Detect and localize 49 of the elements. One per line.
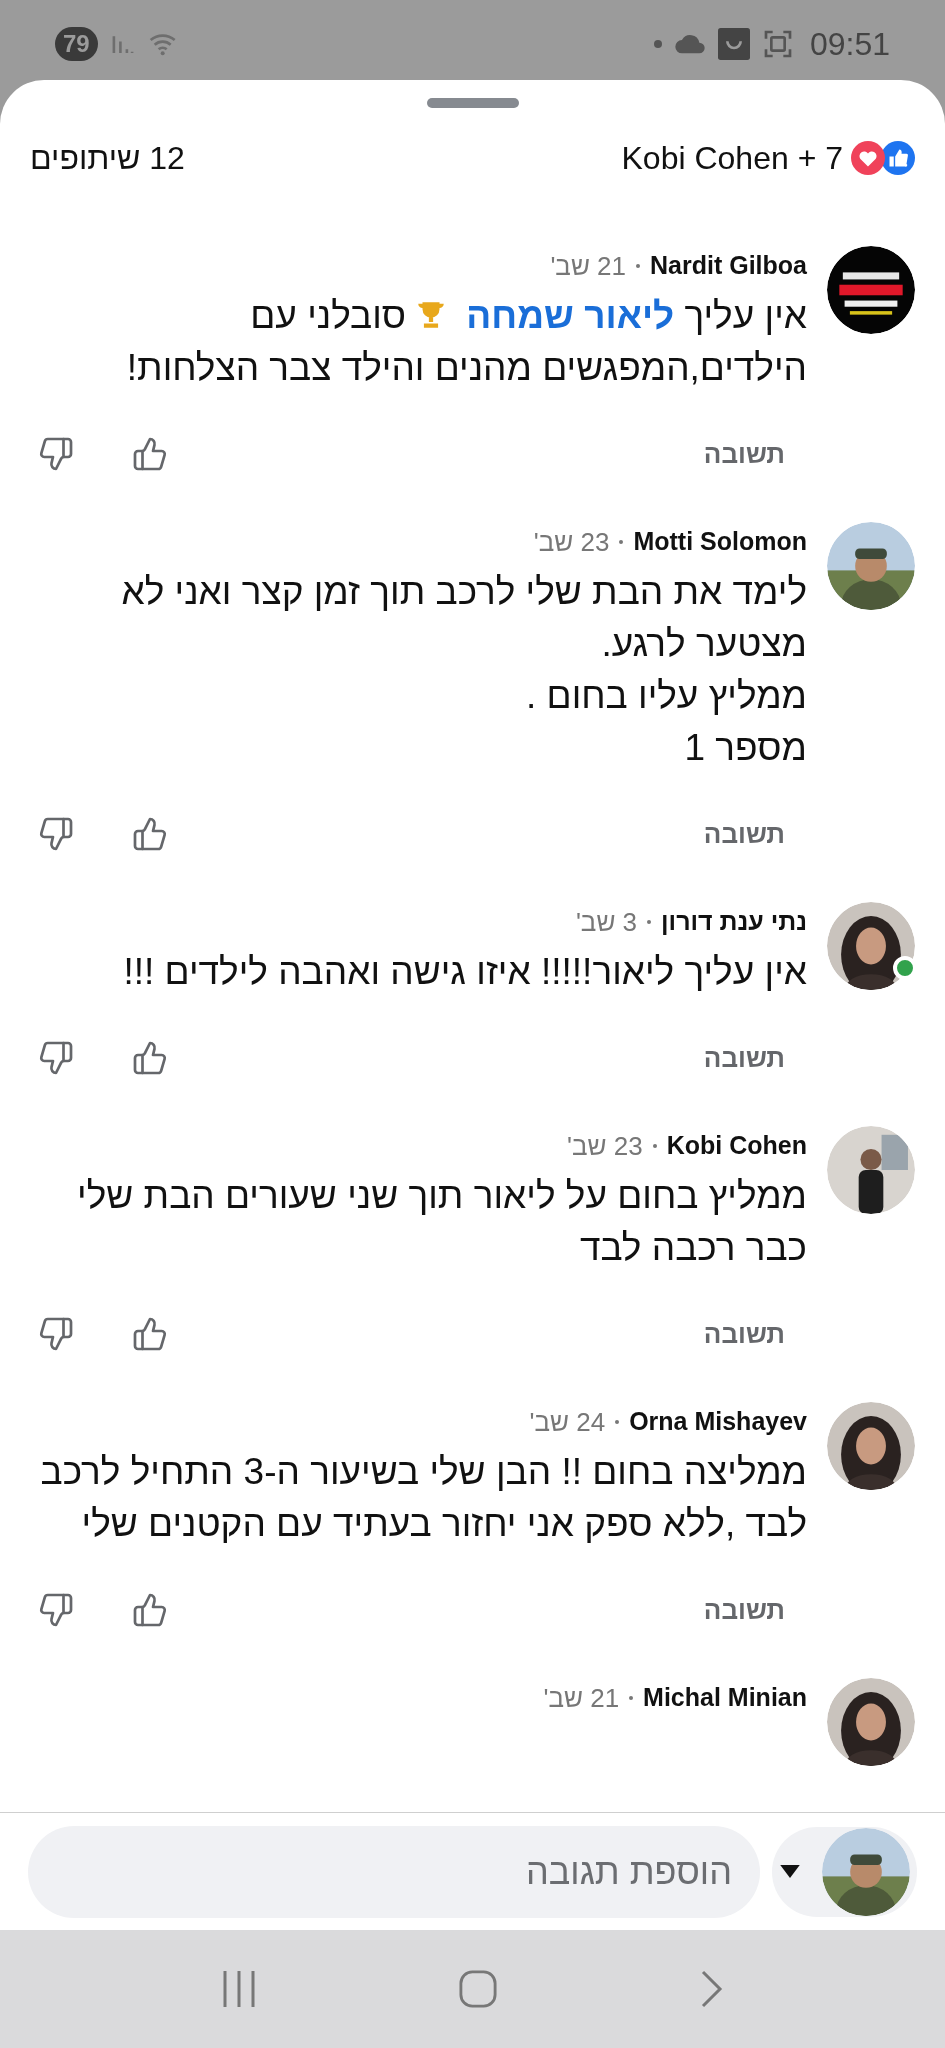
- comment-date: 24 שב': [529, 1405, 606, 1439]
- like-icon[interactable]: [132, 1040, 168, 1076]
- back-icon[interactable]: [699, 1969, 724, 2009]
- reply-button[interactable]: תשובה: [703, 434, 785, 474]
- clock: 09:51: [809, 25, 890, 64]
- comment-text: ממליץ בחום על ליאור תוך שני שעורים הבת שלי כבר רכבה לבד: [76, 1174, 807, 1270]
- comment-text: מספר 1: [683, 726, 807, 770]
- comment-text: לימד את הבת שלי לרכב תוך זמן קצר ואני לא מצטער לרגע.: [120, 570, 807, 666]
- reply-button[interactable]: תשובה: [703, 1314, 785, 1354]
- comment-text: ממליצה בחום !! הבן שלי בשיעור ה-3 התחיל לרכב לבד ,ללא ספק אני יחזור בעתיד עם הקטנים שלי: [40, 1450, 807, 1546]
- comment-input[interactable]: הוספת תגובה: [28, 1825, 760, 1918]
- author-name[interactable]: Motti Solomon: [633, 523, 807, 561]
- home-icon[interactable]: [459, 1970, 498, 2008]
- author-name[interactable]: נתי ענת דורון: [661, 903, 807, 941]
- comment-date: 3 שב': [575, 905, 638, 939]
- like-reaction-icon: [881, 141, 915, 175]
- shares-count[interactable]: 12 שיתופים: [30, 134, 185, 182]
- comment-text: ממליץ עליו בחום .: [525, 674, 807, 718]
- author-name[interactable]: Nardit Gilboa: [650, 247, 807, 285]
- reply-button[interactable]: תשובה: [703, 1038, 785, 1078]
- dislike-icon[interactable]: [38, 1316, 74, 1352]
- caret-icon: [779, 1865, 800, 1878]
- author-name[interactable]: Orna Mishayev: [629, 1403, 807, 1441]
- mention-link[interactable]: ליאור שמחה: [456, 295, 675, 336]
- comment-date: 21 שב': [543, 1681, 620, 1715]
- comment-text: אין עליך ליאור!!!!! איזו גישה ואהבה לילדים !!!: [122, 950, 807, 994]
- app-icon: [717, 28, 750, 60]
- like-icon[interactable]: [132, 1592, 168, 1628]
- comment-date: 21 שב': [550, 249, 627, 283]
- heart-reaction-icon: [851, 141, 885, 175]
- reply-button[interactable]: תשובה: [703, 1590, 785, 1630]
- comment-text: אין עליך ליאור שמחה סובלני עם הילדים,המפגשים מהנים והילד צבר הצלחות!: [125, 294, 807, 390]
- comment-date: 23 שב': [567, 1129, 643, 1163]
- reply-button[interactable]: תשובה: [703, 814, 785, 854]
- dislike-icon[interactable]: [38, 816, 74, 852]
- dislike-icon[interactable]: [38, 436, 74, 472]
- drag-handle[interactable]: [426, 98, 519, 108]
- author-name[interactable]: Michal Minian: [643, 1679, 807, 1717]
- like-icon[interactable]: [132, 816, 168, 852]
- like-icon[interactable]: [132, 1316, 168, 1352]
- like-icon[interactable]: [132, 436, 168, 472]
- cloud-icon: [673, 33, 706, 55]
- reactions-summary[interactable]: Kobi Cohen + 7: [621, 134, 843, 182]
- dislike-icon[interactable]: [38, 1040, 74, 1076]
- recents-icon[interactable]: [221, 1969, 258, 2009]
- comment-date: 23 שב': [533, 525, 610, 559]
- dislike-icon[interactable]: [38, 1592, 74, 1628]
- battery-level: 79: [55, 27, 98, 61]
- author-name[interactable]: Kobi Cohen: [666, 1127, 807, 1165]
